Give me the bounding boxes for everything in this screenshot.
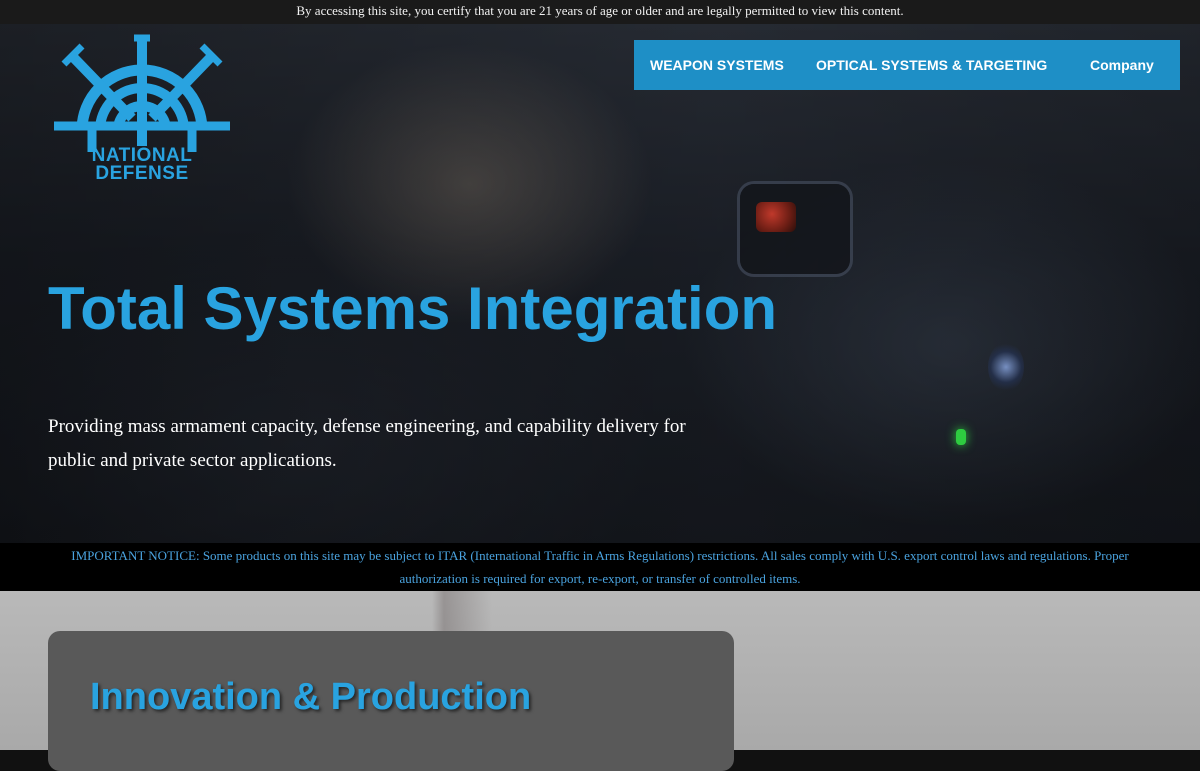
red-dot-sight-graphic: [740, 184, 850, 274]
nav-company[interactable]: Company: [1090, 57, 1154, 73]
night-vision-lens-graphic: [988, 342, 1024, 392]
hero-title: Total Systems Integration: [48, 275, 778, 342]
section-title: Innovation & Production: [90, 676, 532, 718]
nav-optical-systems-targeting[interactable]: OPTICAL SYSTEMS & TARGETING: [816, 57, 1047, 73]
brand-name-line2: DEFENSE: [95, 163, 189, 184]
age-verification-banner: By accessing this site, you certify that…: [0, 0, 1200, 24]
innovation-card: Innovation & Production: [48, 631, 734, 771]
main-navigation: WEAPON SYSTEMS OPTICAL SYSTEMS & TARGETI…: [634, 40, 1180, 90]
hero-subtitle: Providing mass armament capacity, defens…: [48, 416, 686, 471]
green-indicator-light: [956, 429, 966, 445]
itar-notice: IMPORTANT NOTICE: Some products on this …: [0, 543, 1200, 591]
nav-weapon-systems[interactable]: WEAPON SYSTEMS: [650, 57, 784, 73]
